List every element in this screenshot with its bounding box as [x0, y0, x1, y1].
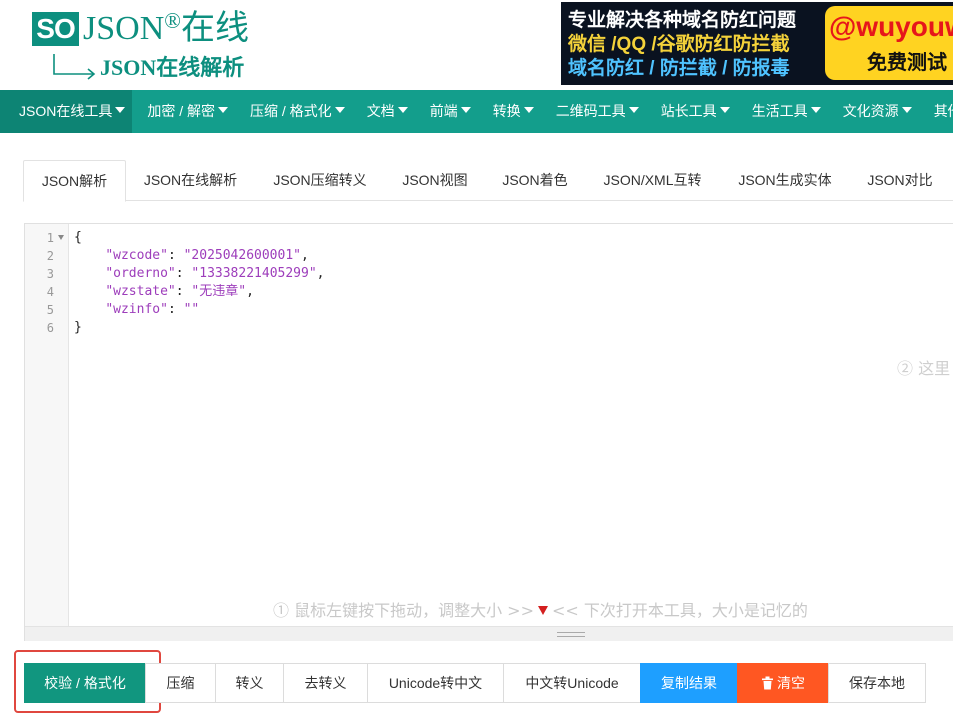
- compress-button[interactable]: 压缩: [145, 663, 216, 703]
- nav-item-encrypt[interactable]: 加密 / 解密: [132, 90, 235, 133]
- code-content[interactable]: { "wzcode": "2025042600001", "orderno": …: [74, 229, 324, 337]
- line-number: 6: [46, 321, 54, 335]
- triangle-down-icon: [538, 606, 548, 615]
- grip-icon: [557, 632, 585, 637]
- ad-free-test: 免费测试: [867, 52, 947, 74]
- json-value: "13338221405299": [191, 266, 317, 281]
- validate-format-button[interactable]: 校验 / 格式化: [24, 663, 146, 703]
- json-key: "orderno": [105, 266, 176, 281]
- caret-down-icon: [901, 107, 912, 114]
- code-line: "wzcode": "2025042600001",: [105, 248, 309, 263]
- line-number: 2: [46, 249, 54, 263]
- ad-line-2: 微信 /QQ /谷歌防红防拦截: [568, 34, 790, 55]
- caret-down-icon: [397, 107, 408, 114]
- nav-item-culture[interactable]: 文化资源: [828, 90, 919, 133]
- unicode-to-chinese-button[interactable]: Unicode转中文: [367, 663, 504, 703]
- logo-badge: SO: [32, 12, 79, 46]
- caret-down-icon: [218, 107, 229, 114]
- line-number: 1: [46, 231, 54, 245]
- code-line: }: [74, 320, 82, 335]
- tab-json-online-parse[interactable]: JSON在线解析: [126, 160, 255, 201]
- chinese-to-unicode-button[interactable]: 中文转Unicode: [503, 663, 641, 703]
- tool-tabs: JSON解析 JSON在线解析 JSON压缩转义 JSON视图 JSON着色 J…: [23, 160, 953, 202]
- code-line: "wzinfo": "": [105, 302, 200, 317]
- nav-item-convert[interactable]: 转换: [478, 90, 541, 133]
- tab-json-entity[interactable]: JSON生成实体: [720, 160, 850, 201]
- copy-result-button[interactable]: 复制结果: [640, 663, 738, 703]
- line-number: 4: [46, 285, 54, 299]
- json-key: "wzstate": [105, 284, 176, 299]
- json-value: "2025042600001": [183, 248, 301, 263]
- caret-down-icon: [334, 107, 345, 114]
- json-key: "wzinfo": [105, 302, 168, 317]
- nav-item-docs[interactable]: 文档: [352, 90, 415, 133]
- caret-down-icon: [719, 107, 730, 114]
- json-value: "": [183, 302, 200, 317]
- nav-item-qrcode[interactable]: 二维码工具: [541, 90, 646, 133]
- code-line: "wzstate": "无违章",: [105, 284, 254, 299]
- tab-json-xml[interactable]: JSON/XML互转: [585, 160, 720, 201]
- logo-title: JSON®在线: [83, 8, 249, 47]
- hint-right: ② 这里: [897, 359, 951, 378]
- caret-down-icon: [460, 107, 471, 114]
- line-number: 3: [46, 267, 54, 281]
- trash-icon: [762, 676, 773, 690]
- escape-button[interactable]: 转义: [215, 663, 284, 703]
- code-line: {: [74, 230, 82, 245]
- line-number: 5: [46, 303, 54, 317]
- tab-json-compare[interactable]: JSON对比: [850, 160, 950, 201]
- json-editor[interactable]: 1 2 3 4 5 6 { "wzcode": "2025042600001",…: [24, 223, 953, 641]
- ad-banner[interactable]: 专业解决各种域名防红问题 微信 /QQ /谷歌防红防拦截 域名防红 / 防拦截 …: [561, 2, 953, 85]
- logo-subtitle: JSON在线解析: [100, 55, 245, 80]
- fold-toggle-icon[interactable]: [58, 235, 64, 240]
- tab-json-parse[interactable]: JSON解析: [23, 160, 126, 202]
- arrow-right-icon: [53, 54, 96, 80]
- nav-item-frontend[interactable]: 前端: [415, 90, 478, 133]
- clear-button[interactable]: 清空: [737, 663, 829, 703]
- tab-json-view[interactable]: JSON视图: [385, 160, 485, 201]
- code-line: "orderno": "13338221405299",: [105, 266, 325, 281]
- ad-line-3: 域名防红 / 防拦截 / 防报毒: [568, 58, 790, 79]
- resize-hint: ① 鼠标左键按下拖动，调整大小 >> << 下次打开本工具，大小是记忆的: [273, 601, 808, 620]
- ad-brand: @wuyouwa: [829, 11, 953, 42]
- site-logo[interactable]: SO JSON®在线 JSON在线解析: [30, 6, 260, 82]
- tab-json-compress-escape[interactable]: JSON压缩转义: [255, 160, 385, 201]
- unescape-button[interactable]: 去转义: [283, 663, 368, 703]
- caret-down-icon: [115, 107, 126, 114]
- save-local-button[interactable]: 保存本地: [828, 663, 926, 703]
- caret-down-icon: [523, 107, 534, 114]
- resize-handle[interactable]: [25, 626, 953, 641]
- json-key: "wzcode": [105, 248, 168, 263]
- ad-brand-panel: @wuyouwa 免费测试: [825, 6, 953, 80]
- nav-item-compress-format[interactable]: 压缩 / 格式化: [235, 90, 352, 133]
- tab-json-color[interactable]: JSON着色: [485, 160, 585, 201]
- caret-down-icon: [628, 107, 639, 114]
- caret-down-icon: [810, 107, 821, 114]
- action-toolbar: 校验 / 格式化 压缩 转义 去转义 Unicode转中文 中文转Unicode…: [24, 663, 926, 703]
- nav-item-webmaster[interactable]: 站长工具: [646, 90, 737, 133]
- line-number-gutter: 1 2 3 4 5 6: [25, 224, 69, 626]
- nav-item-life[interactable]: 生活工具: [737, 90, 828, 133]
- nav-item-json-tools[interactable]: JSON在线工具: [0, 90, 133, 133]
- ad-line-1: 专业解决各种域名防红问题: [568, 10, 797, 31]
- main-nav: JSON在线工具 加密 / 解密 压缩 / 格式化 文档 前端 转换 二维码工具…: [0, 90, 953, 133]
- json-value: "无违章": [191, 284, 247, 299]
- nav-item-other[interactable]: 其他: [919, 90, 953, 133]
